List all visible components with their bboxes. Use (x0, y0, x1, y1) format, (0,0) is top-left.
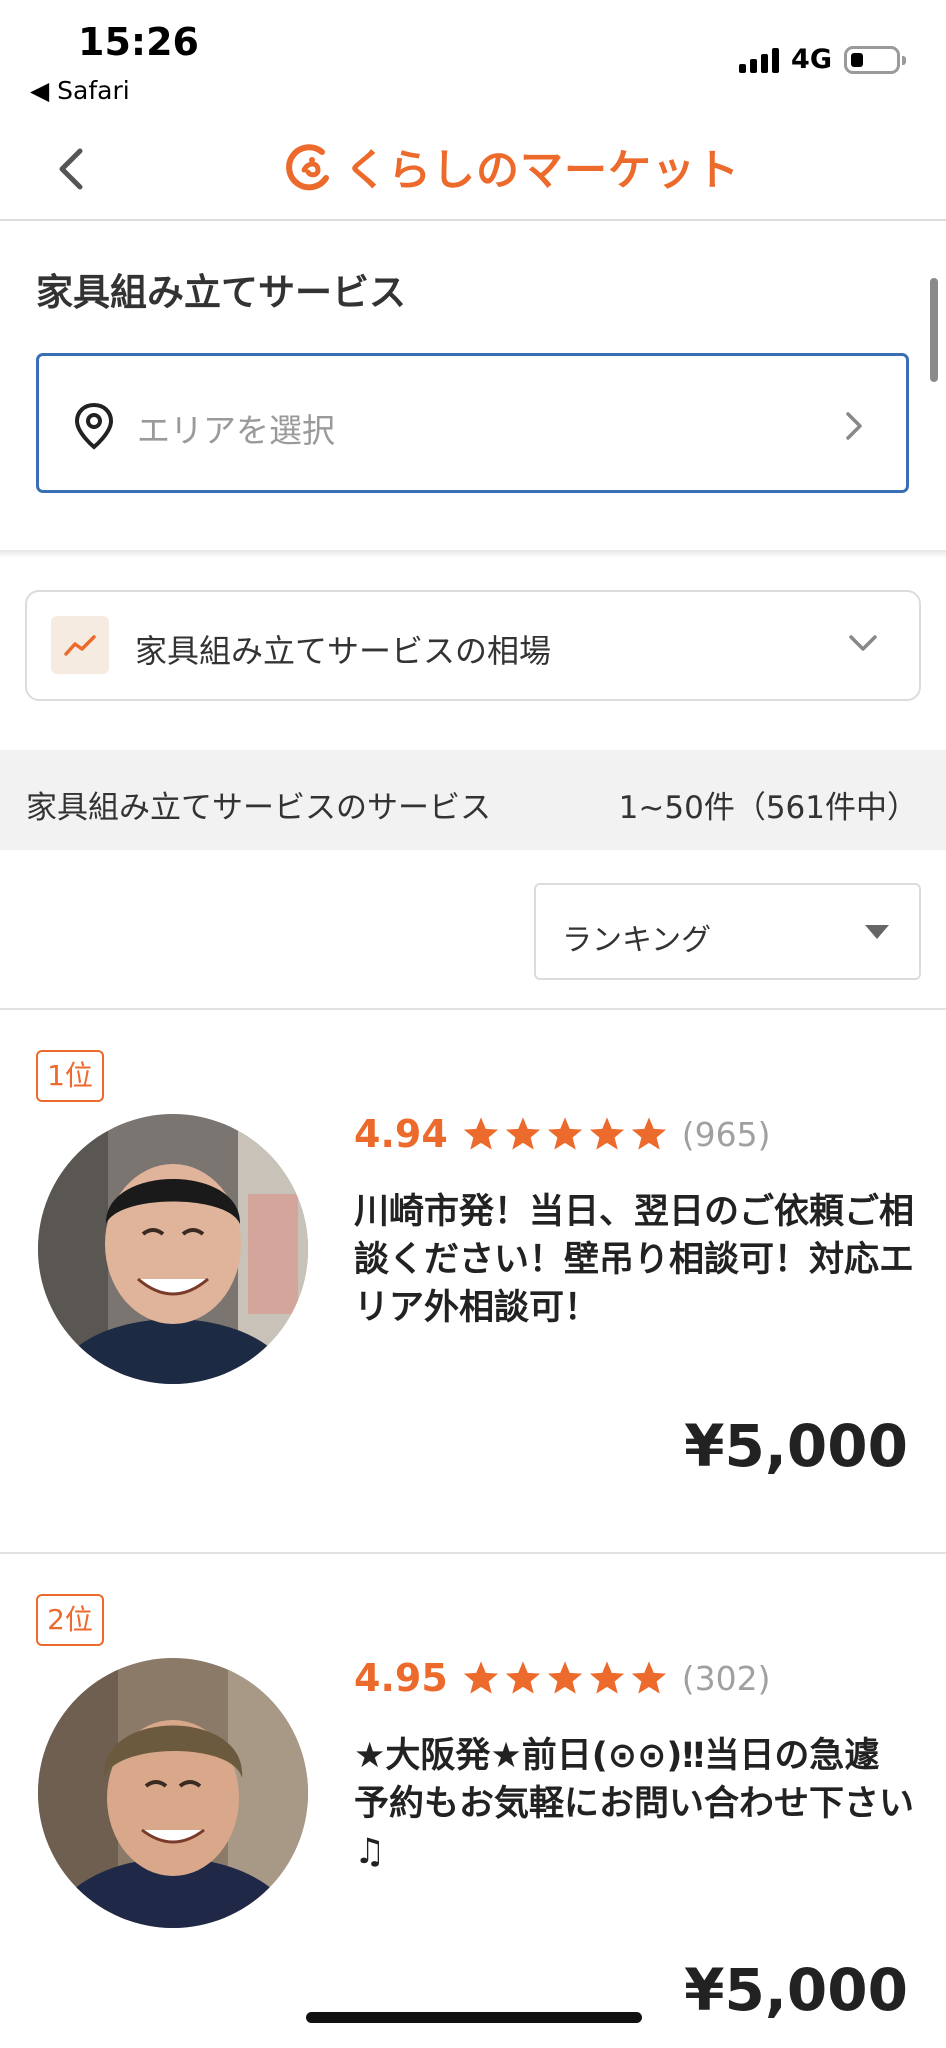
location-pin-icon (74, 402, 114, 450)
listing-title[interactable]: 川崎市発！当日、翌日のご依頼ご相談ください！壁吊り相談可！対応エリア外相談可！ (354, 1188, 914, 1332)
service-listing-1[interactable]: 1位 4.94 (965) 川崎市発！当日、翌日のご依頼ご相談ください！壁吊り相… (0, 1010, 946, 1550)
price-range-panel[interactable]: 家具組み立てサービスの相場 (25, 590, 921, 701)
rank-badge: 1位 (36, 1050, 104, 1102)
section-divider (0, 550, 946, 558)
scrollbar[interactable] (930, 278, 938, 382)
review-count: (965) (681, 1114, 771, 1154)
review-count: (302) (681, 1658, 771, 1698)
chevron-right-icon (846, 412, 862, 440)
home-indicator[interactable] (306, 2012, 642, 2023)
rank-badge: 2位 (36, 1594, 104, 1646)
back-to-safari-link[interactable]: ◀ Safari (30, 76, 130, 105)
rating-stars (462, 1115, 668, 1153)
logo-text: くらしのマーケット (344, 146, 740, 196)
trend-chart-icon (51, 616, 109, 674)
star-icon (631, 1661, 666, 1694)
category-title: 家具組み立てサービス (36, 271, 406, 314)
rating-score: 4.95 (354, 1656, 448, 1700)
rating-score: 4.94 (354, 1112, 448, 1156)
star-icon (463, 1117, 498, 1150)
logo-mark-icon (286, 144, 329, 191)
star-icon (589, 1117, 624, 1150)
results-summary-bar: 家具組み立てサービスのサービス 1~50件（561件中） (0, 750, 946, 850)
chevron-left-icon[interactable] (52, 145, 92, 193)
rating-row: 4.94 (965) (354, 1112, 771, 1156)
status-time: 15:26 (78, 20, 199, 64)
listing-price: ¥5,000 (684, 1412, 908, 1480)
star-icon (631, 1117, 666, 1150)
rating-stars (462, 1659, 668, 1697)
results-count: 1~50件（561件中） (618, 790, 918, 826)
listing-title[interactable]: ★大阪発★前日(⊙⊙)‼当日の急遽予約もお気軽にお問い合わせ下さい♫ (354, 1732, 914, 1876)
service-listing-2[interactable]: 2位 4.95 (302) ★大阪発★前日(⊙⊙)‼当日の急遽予約もお気軽にお問… (0, 1554, 946, 2048)
sort-select[interactable]: ランキング (534, 883, 921, 980)
area-select-field[interactable]: エリアを選択 (36, 353, 909, 493)
sort-selected-value: ランキング (562, 923, 712, 958)
provider-avatar (38, 1114, 308, 1384)
app-header: くらしのマーケット (0, 115, 946, 221)
area-placeholder: エリアを選択 (137, 411, 335, 450)
star-icon (547, 1661, 582, 1694)
chevron-down-icon (849, 635, 877, 651)
caret-down-icon (865, 925, 889, 939)
site-logo[interactable]: くらしのマーケット (282, 137, 740, 197)
network-type: 4G (791, 44, 832, 75)
star-icon (463, 1661, 498, 1694)
signal-icon (739, 47, 780, 73)
results-label: 家具組み立てサービスのサービス (26, 790, 491, 826)
rating-row: 4.95 (302) (354, 1656, 771, 1700)
star-icon (505, 1117, 540, 1150)
status-indicators: 4G (739, 44, 906, 75)
star-icon (589, 1661, 624, 1694)
battery-icon (844, 45, 906, 74)
provider-avatar (38, 1658, 308, 1928)
status-bar: 15:26 ◀ Safari 4G (0, 0, 946, 115)
price-range-label: 家具組み立てサービスの相場 (135, 632, 552, 670)
star-icon (547, 1117, 582, 1150)
star-icon (505, 1661, 540, 1694)
listing-price: ¥5,000 (684, 1956, 908, 2024)
